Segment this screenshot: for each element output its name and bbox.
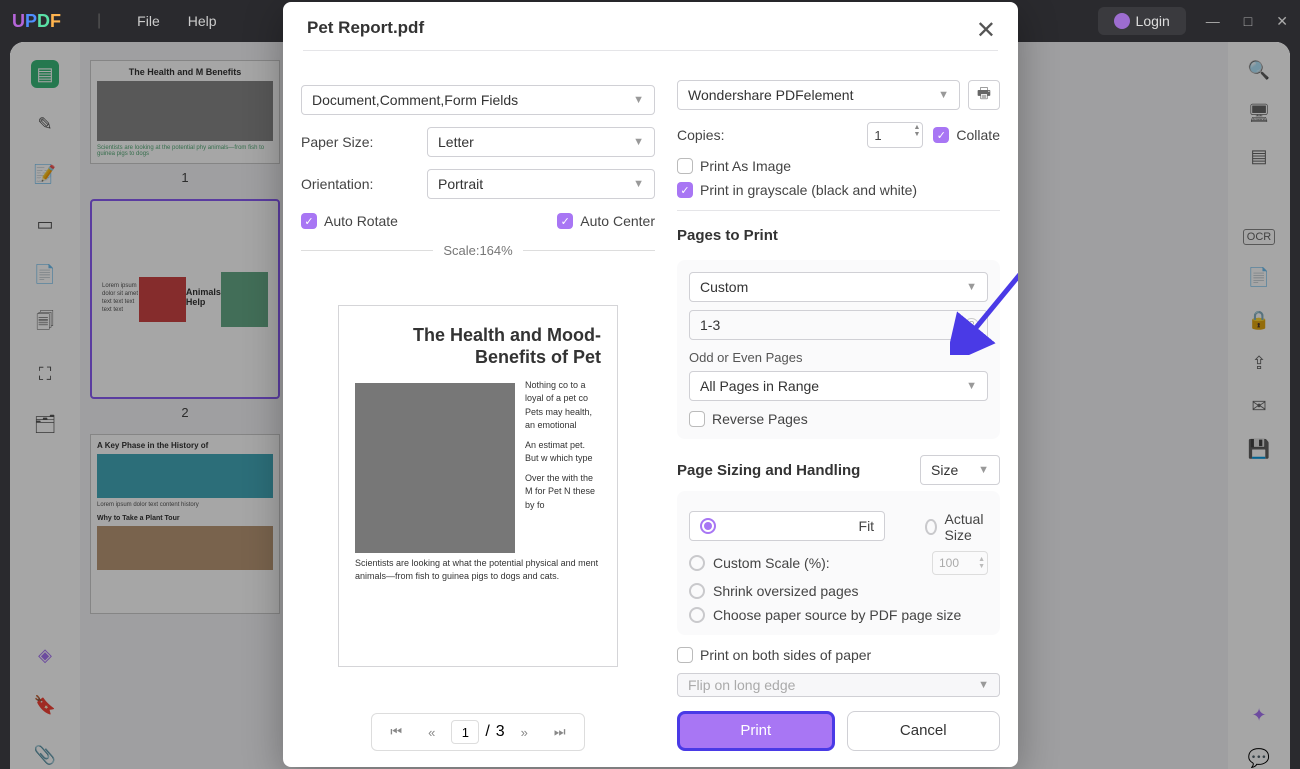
scale-text: Scale:164% (443, 243, 512, 258)
copies-input[interactable]: 1▲▼ (867, 122, 923, 148)
printer-select[interactable]: Wondershare PDFelement▼ (677, 80, 960, 110)
flip-select: Flip on long edge▼ (677, 673, 1000, 697)
actual-size-radio[interactable]: Actual Size (925, 511, 988, 543)
login-label: Login (1136, 13, 1170, 29)
print-dialog: Pet Report.pdf ✕ Document,Comment,Form F… (283, 2, 1018, 767)
document-mode-select[interactable]: Document,Comment,Form Fields▼ (301, 85, 655, 115)
preview-pager: ⏮ « / 3 » ⏭ (371, 713, 584, 751)
avatar-icon (1114, 13, 1130, 29)
first-page-icon[interactable]: ⏮ (380, 720, 412, 744)
preview-heading: The Health and Mood- Benefits of Pet (355, 324, 601, 369)
odd-even-select[interactable]: All Pages in Range▼ (689, 371, 988, 401)
auto-center-checkbox[interactable]: ✓Auto Center (557, 213, 655, 229)
fit-radio[interactable]: Fit (689, 511, 885, 541)
page-total: 3 (496, 723, 505, 741)
paper-size-select[interactable]: Letter▼ (427, 127, 655, 157)
preview-p4: Scientists are looking at what the poten… (355, 557, 601, 584)
menu-help[interactable]: Help (188, 13, 217, 29)
page-preview: The Health and Mood- Benefits of Pet Not… (338, 305, 618, 667)
odd-even-label: Odd or Even Pages (689, 350, 988, 365)
shrink-radio[interactable]: Shrink oversized pages (689, 583, 859, 599)
reverse-pages-checkbox[interactable]: Reverse Pages (689, 411, 988, 427)
menu-file[interactable]: File (137, 13, 160, 29)
page-sep: / (485, 723, 489, 741)
dialog-title: Pet Report.pdf (307, 18, 994, 38)
sizing-heading: Page Sizing and Handling (677, 462, 860, 479)
print-button[interactable]: Print (677, 711, 835, 751)
close-icon[interactable]: ✕ (976, 16, 996, 45)
auto-rotate-checkbox[interactable]: ✓Auto Rotate (301, 213, 398, 229)
preview-image (355, 383, 515, 553)
app-logo: UPDF (12, 11, 61, 32)
orientation-select[interactable]: Portrait▼ (427, 169, 655, 199)
next-page-icon[interactable]: » (511, 721, 538, 744)
last-page-icon[interactable]: ⏭ (544, 720, 576, 744)
custom-scale-radio[interactable]: Custom Scale (%): (689, 555, 830, 571)
choose-paper-radio[interactable]: Choose paper source by PDF page size (689, 607, 961, 623)
pages-range-input[interactable]: 1-3? (689, 310, 988, 340)
cancel-button[interactable]: Cancel (847, 711, 1001, 751)
copies-label: Copies: (677, 127, 724, 143)
pages-mode-select[interactable]: Custom▼ (689, 272, 988, 302)
minimize-icon[interactable]: — (1206, 13, 1220, 30)
both-sides-checkbox[interactable]: Print on both sides of paper (677, 647, 1000, 663)
paper-size-label: Paper Size: (301, 134, 417, 150)
size-mode-select[interactable]: Size▼ (920, 455, 1000, 485)
pages-to-print-heading: Pages to Print (677, 227, 1000, 244)
print-as-image-checkbox[interactable]: Print As Image (677, 158, 1000, 174)
maximize-icon[interactable]: □ (1244, 13, 1252, 30)
prev-page-icon[interactable]: « (418, 721, 445, 744)
orientation-label: Orientation: (301, 176, 417, 192)
grayscale-checkbox[interactable]: ✓Print in grayscale (black and white) (677, 182, 1000, 198)
help-icon[interactable]: ? (964, 318, 979, 333)
printer-settings-icon[interactable]: 🖶 (968, 80, 1000, 110)
custom-scale-input[interactable]: 100▲▼ (932, 551, 988, 575)
close-window-icon[interactable]: ✕ (1276, 13, 1288, 30)
login-button[interactable]: Login (1098, 7, 1186, 35)
page-input[interactable] (451, 720, 479, 744)
collate-checkbox[interactable]: ✓Collate (933, 127, 1000, 143)
